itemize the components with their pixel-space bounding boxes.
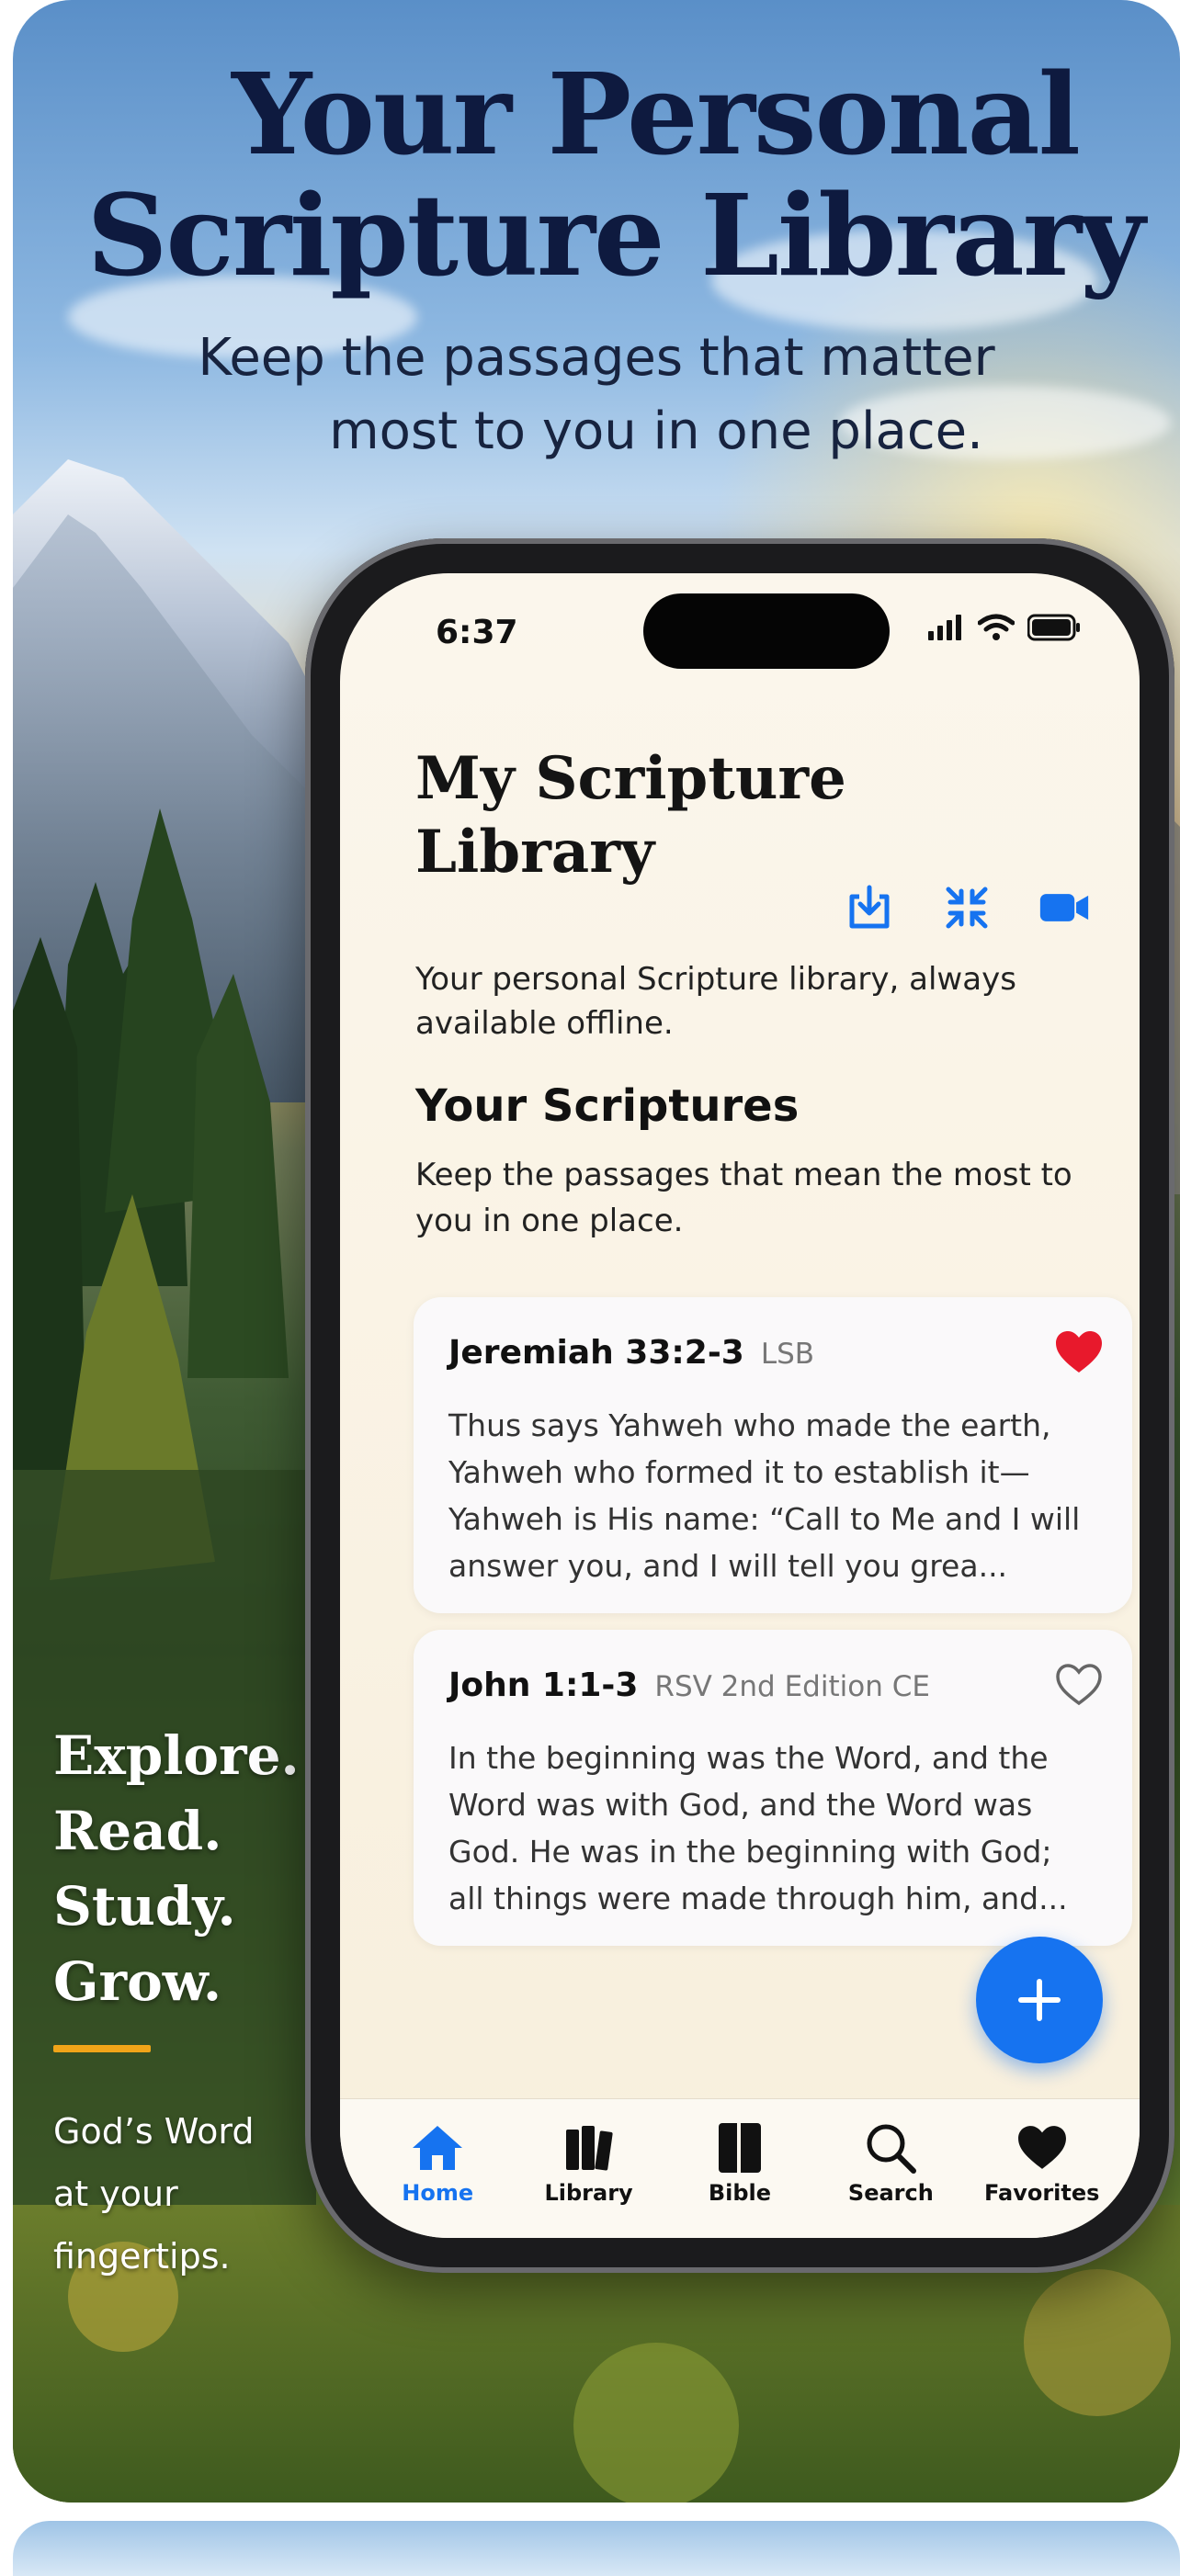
bible-icon [718,2123,761,2173]
verse-card[interactable]: John 1:1-3 RSV 2nd Edition CE In the beg… [414,1630,1132,1946]
phone-mockup: 6:37 My Scripture Library Your personal … [305,538,1174,2273]
tab-label: Search [847,2180,934,2206]
tagline-word: Grow. [53,1950,222,2013]
small-tagline-line: at your [53,2174,178,2214]
app-title: My Scripture Library [415,744,846,887]
app-subtitle: Your personal Scripture library, always … [415,961,1016,1042]
subheadline: Keep the passages that matter most to yo… [13,322,1180,469]
tab-label: Library [544,2180,633,2206]
collapse-icon [946,887,988,929]
small-tagline-line: God’s Word [53,2111,255,2152]
status-time: 6:37 [436,614,518,651]
plus-icon [1018,1979,1061,2021]
headline: Your Personal Scripture Library [13,53,1180,296]
heart-outline-icon [1056,1664,1102,1706]
video-icon [1039,894,1089,921]
tab-bible[interactable]: Bible [671,2119,809,2238]
tagline: Explore. Read. Study. Grow. [53,1718,300,2019]
next-card-edge [13,2521,1180,2576]
home-icon [413,2126,463,2170]
heart-filled-icon [1056,1331,1102,1373]
tab-library[interactable]: Library [520,2119,658,2238]
promo-card: Your Personal Scripture Library Keep the… [13,0,1180,2503]
small-tagline-line: fingertips. [53,2236,231,2277]
tab-label: Home [402,2180,474,2206]
phone-screen: 6:37 My Scripture Library Your personal … [340,573,1140,2238]
favorite-button[interactable] [1053,1328,1105,1376]
verse-reference: Jeremiah 33:2-3 [448,1334,744,1372]
import-icon [849,885,890,929]
signal-icon [928,615,961,640]
tab-search[interactable]: Search [822,2119,959,2238]
verse-version: LSB [760,1338,815,1371]
verse-text: In the beginning was the Word, and the W… [448,1740,1068,1916]
verse-version: RSV 2nd Edition CE [654,1670,930,1703]
verse-text: Thus says Yahweh who made the earth, Yah… [448,1407,1081,1584]
status-icons [928,614,1081,641]
tab-favorites[interactable]: Favorites [973,2119,1111,2238]
library-icon [565,2126,613,2171]
tab-bar: Home Library Bible Search Favorites [340,2098,1140,2238]
verse-card-header: Jeremiah 33:2-3 LSB [448,1334,814,1372]
tab-label: Favorites [984,2180,1100,2206]
tagline-word: Explore. [53,1724,300,1787]
verse-card-header: John 1:1-3 RSV 2nd Edition CE [448,1666,930,1704]
search-icon [867,2124,917,2174]
headline-line-1: Your Personal [232,48,1081,180]
import-button[interactable] [844,882,895,933]
favorite-button[interactable] [1053,1661,1105,1709]
tab-home[interactable]: Home [369,2119,506,2238]
collapse-button[interactable] [941,882,993,933]
tab-label: Bible [708,2180,772,2206]
heart-icon [1017,2126,1066,2169]
add-scripture-button[interactable] [976,1937,1103,2063]
battery-icon [1027,614,1080,641]
verse-reference: John 1:1-3 [448,1666,639,1704]
tagline-word: Study. [53,1875,236,1938]
subheadline-line-2: most to you in one place. [329,401,983,461]
tagline-word: Read. [53,1800,222,1862]
section-subtitle: Keep the passages that mean the most to … [415,1157,1072,1239]
verse-card[interactable]: Jeremiah 33:2-3 LSB Thus says Yahweh who… [414,1297,1132,1613]
section-title: Your Scriptures [415,1080,800,1132]
headline-line-2: Scripture Library [86,169,1145,301]
subheadline-line-1: Keep the passages that matter [198,328,995,388]
wifi-icon [978,614,1015,640]
gold-divider [53,2045,151,2052]
video-button[interactable] [1038,882,1090,933]
small-tagline: God’s Word at your fingertips. [53,2100,254,2288]
dynamic-island [643,593,890,669]
header-toolbar [844,882,1090,933]
